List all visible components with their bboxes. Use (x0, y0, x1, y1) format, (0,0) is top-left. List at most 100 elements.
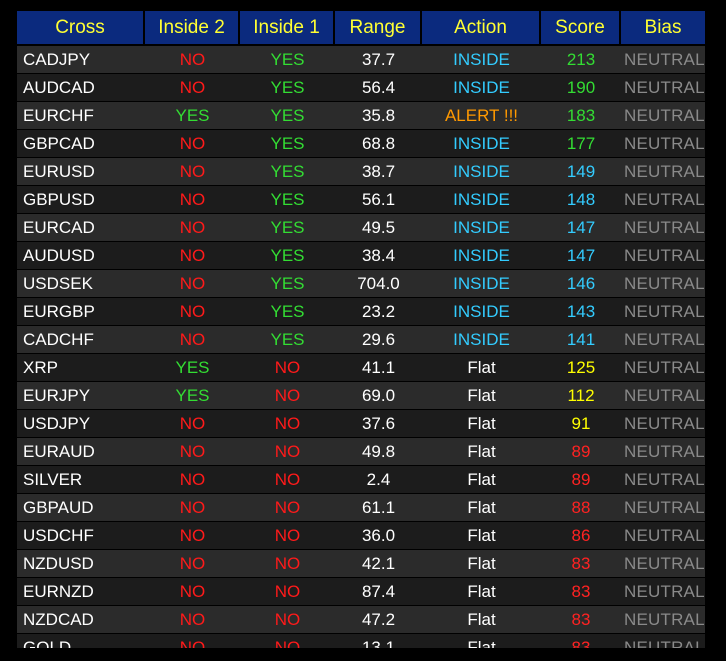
inside-1-cell: NO (240, 634, 335, 648)
action-cell: Flat (422, 550, 541, 578)
score-cell: 83 (541, 578, 621, 606)
range-cell: 704.0 (335, 270, 422, 298)
score-cell: 89 (541, 466, 621, 494)
bias-cell: NEUTRAL (621, 214, 705, 242)
table-row[interactable]: EURCHF YES YES 35.8 ALERT !!! 183 NEUTRAL (17, 102, 705, 130)
action-cell: Flat (422, 634, 541, 648)
cross-cell: NZDUSD (17, 550, 145, 578)
range-cell: 69.0 (335, 382, 422, 410)
table-row[interactable]: USDJPY NO NO 37.6 Flat 91 NEUTRAL (17, 410, 705, 438)
header-range[interactable]: Range (335, 11, 422, 46)
table-row[interactable]: AUDCAD NO YES 56.4 INSIDE 190 NEUTRAL (17, 74, 705, 102)
range-cell: 61.1 (335, 494, 422, 522)
inside-2-cell: NO (145, 326, 240, 354)
action-cell: INSIDE (422, 298, 541, 326)
cross-cell: EURCAD (17, 214, 145, 242)
score-cell: 149 (541, 158, 621, 186)
bias-cell: NEUTRAL (621, 466, 705, 494)
cross-cell: CADJPY (17, 46, 145, 74)
score-cell: 183 (541, 102, 621, 130)
bias-cell: NEUTRAL (621, 354, 705, 382)
inside-2-cell: YES (145, 354, 240, 382)
action-cell: Flat (422, 382, 541, 410)
bias-cell: NEUTRAL (621, 438, 705, 466)
inside-1-cell: YES (240, 46, 335, 74)
inside-2-cell: NO (145, 74, 240, 102)
inside-1-cell: YES (240, 326, 335, 354)
bias-cell: NEUTRAL (621, 46, 705, 74)
action-cell: INSIDE (422, 186, 541, 214)
inside-2-cell: NO (145, 214, 240, 242)
inside-1-cell: YES (240, 74, 335, 102)
table-row[interactable]: EURNZD NO NO 87.4 Flat 83 NEUTRAL (17, 578, 705, 606)
range-cell: 41.1 (335, 354, 422, 382)
cross-cell: GBPAUD (17, 494, 145, 522)
bias-cell: NEUTRAL (621, 410, 705, 438)
inside-2-cell: NO (145, 270, 240, 298)
table-row[interactable]: USDCHF NO NO 36.0 Flat 86 NEUTRAL (17, 522, 705, 550)
table-row[interactable]: EURGBP NO YES 23.2 INSIDE 143 NEUTRAL (17, 298, 705, 326)
range-cell: 37.6 (335, 410, 422, 438)
table-row[interactable]: CADCHF NO YES 29.6 INSIDE 141 NEUTRAL (17, 326, 705, 354)
cross-cell: EURUSD (17, 158, 145, 186)
inside-1-cell: NO (240, 494, 335, 522)
inside-1-cell: YES (240, 214, 335, 242)
table-row[interactable]: NZDCAD NO NO 47.2 Flat 83 NEUTRAL (17, 606, 705, 634)
bias-cell: NEUTRAL (621, 382, 705, 410)
cross-cell: CADCHF (17, 326, 145, 354)
table-row[interactable]: XRP YES NO 41.1 Flat 125 NEUTRAL (17, 354, 705, 382)
table-row[interactable]: CADJPY NO YES 37.7 INSIDE 213 NEUTRAL (17, 46, 705, 74)
inside-2-cell: NO (145, 606, 240, 634)
table-row[interactable]: GOLD NO NO 13.1 Flat 83 NEUTRAL (17, 634, 705, 648)
cross-cell: EURNZD (17, 578, 145, 606)
bias-cell: NEUTRAL (621, 578, 705, 606)
cross-cell: XRP (17, 354, 145, 382)
table-row[interactable]: SILVER NO NO 2.4 Flat 89 NEUTRAL (17, 466, 705, 494)
table-row[interactable]: EURJPY YES NO 69.0 Flat 112 NEUTRAL (17, 382, 705, 410)
inside-1-cell: NO (240, 578, 335, 606)
action-cell: Flat (422, 354, 541, 382)
bias-cell: NEUTRAL (621, 102, 705, 130)
bias-cell: NEUTRAL (621, 606, 705, 634)
inside-1-cell: YES (240, 158, 335, 186)
inside-1-cell: NO (240, 410, 335, 438)
inside-2-cell: NO (145, 298, 240, 326)
action-cell: INSIDE (422, 130, 541, 158)
score-cell: 89 (541, 438, 621, 466)
header-score[interactable]: Score (541, 11, 621, 46)
table-row[interactable]: AUDUSD NO YES 38.4 INSIDE 147 NEUTRAL (17, 242, 705, 270)
header-inside-1[interactable]: Inside 1 (240, 11, 335, 46)
table-row[interactable]: GBPAUD NO NO 61.1 Flat 88 NEUTRAL (17, 494, 705, 522)
action-cell: INSIDE (422, 326, 541, 354)
inside-1-cell: NO (240, 466, 335, 494)
action-cell: Flat (422, 494, 541, 522)
inside-1-cell: YES (240, 102, 335, 130)
table-row[interactable]: GBPUSD NO YES 56.1 INSIDE 148 NEUTRAL (17, 186, 705, 214)
header-action[interactable]: Action (422, 11, 541, 46)
cross-cell: GBPCAD (17, 130, 145, 158)
range-cell: 13.1 (335, 634, 422, 648)
bias-cell: NEUTRAL (621, 74, 705, 102)
table-row[interactable]: GBPCAD NO YES 68.8 INSIDE 177 NEUTRAL (17, 130, 705, 158)
bias-cell: NEUTRAL (621, 550, 705, 578)
table-row[interactable]: EURAUD NO NO 49.8 Flat 89 NEUTRAL (17, 438, 705, 466)
range-cell: 68.8 (335, 130, 422, 158)
table-row[interactable]: EURUSD NO YES 38.7 INSIDE 149 NEUTRAL (17, 158, 705, 186)
score-cell: 83 (541, 634, 621, 648)
range-cell: 29.6 (335, 326, 422, 354)
range-cell: 47.2 (335, 606, 422, 634)
cross-cell: NZDCAD (17, 606, 145, 634)
range-cell: 23.2 (335, 298, 422, 326)
cross-cell: AUDCAD (17, 74, 145, 102)
inside-2-cell: NO (145, 522, 240, 550)
range-cell: 42.1 (335, 550, 422, 578)
header-inside-2[interactable]: Inside 2 (145, 11, 240, 46)
header-cross[interactable]: Cross (17, 11, 145, 46)
table-row[interactable]: EURCAD NO YES 49.5 INSIDE 147 NEUTRAL (17, 214, 705, 242)
inside-1-cell: YES (240, 186, 335, 214)
table-row[interactable]: NZDUSD NO NO 42.1 Flat 83 NEUTRAL (17, 550, 705, 578)
score-cell: 141 (541, 326, 621, 354)
header-bias[interactable]: Bias (621, 11, 705, 46)
table-row[interactable]: USDSEK NO YES 704.0 INSIDE 146 NEUTRAL (17, 270, 705, 298)
range-cell: 35.8 (335, 102, 422, 130)
